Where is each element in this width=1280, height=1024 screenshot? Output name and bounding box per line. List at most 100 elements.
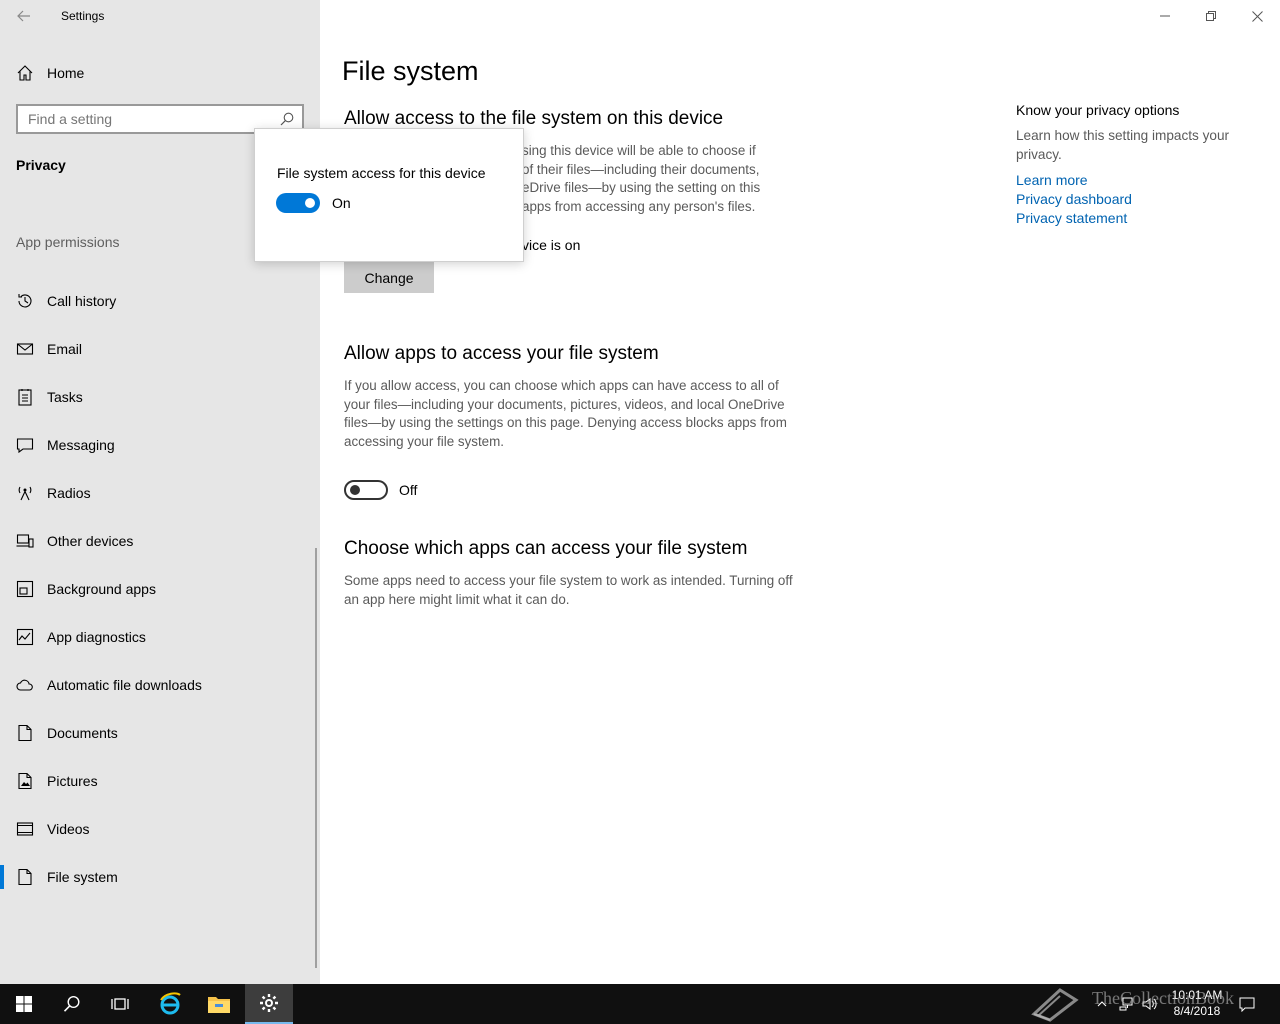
minimize-button[interactable] bbox=[1142, 0, 1188, 32]
description-line: eDrive files—by using the setting on thi… bbox=[522, 180, 761, 195]
sidebar-item-home[interactable]: Home bbox=[0, 56, 320, 90]
task-view-icon bbox=[111, 998, 129, 1010]
watermark: TheCollectionBook bbox=[1030, 984, 1270, 1024]
home-icon bbox=[17, 65, 33, 81]
sidebar-item-label: Tasks bbox=[47, 389, 83, 405]
section-heading-device-access: Allow access to the file system on this … bbox=[344, 108, 724, 129]
sidebar-item-documents[interactable]: Documents bbox=[0, 709, 320, 757]
privacy-options-panel: Know your privacy options Learn how this… bbox=[1016, 102, 1256, 228]
page-title: File system bbox=[342, 56, 479, 86]
video-icon bbox=[16, 822, 34, 836]
windows-logo-icon bbox=[16, 996, 32, 1012]
section-description-device-access: sing this device will be able to choose … bbox=[522, 142, 822, 216]
settings-taskbar-button[interactable] bbox=[245, 984, 293, 1024]
sidebar-item-tasks[interactable]: Tasks bbox=[0, 373, 320, 421]
group-title-app-permissions: App permissions bbox=[16, 234, 120, 250]
section-heading-app-access: Allow apps to access your file system bbox=[344, 343, 659, 364]
restore-button[interactable] bbox=[1188, 0, 1234, 32]
app-title: Settings bbox=[61, 9, 105, 23]
sidebar-item-file-system[interactable]: File system bbox=[0, 853, 320, 901]
taskbar-search-button[interactable] bbox=[48, 984, 96, 1024]
radio-tower-icon bbox=[18, 486, 32, 501]
device-access-toggle-label: On bbox=[332, 195, 351, 211]
background-apps-icon bbox=[16, 580, 34, 598]
file-icon bbox=[18, 868, 32, 886]
internet-explorer-icon bbox=[160, 992, 181, 1015]
devices-icon bbox=[16, 534, 34, 548]
section-description-app-access: If you allow access, you can choose whic… bbox=[344, 378, 787, 449]
sidebar-item-call-history[interactable]: Call history bbox=[0, 277, 320, 325]
description-line: apps from accessing any person's files. bbox=[522, 198, 756, 214]
privacy-statement-link[interactable]: Privacy statement bbox=[1016, 209, 1256, 228]
sidebar-item-automatic-file-downloads[interactable]: Automatic file downloads bbox=[0, 661, 320, 709]
watermark-text: TheCollectionBook bbox=[1092, 988, 1234, 1008]
sidebar-item-email[interactable]: Email bbox=[0, 325, 320, 373]
sidebar-item-label: Email bbox=[47, 341, 83, 357]
search-icon bbox=[63, 995, 80, 1012]
document-icon bbox=[18, 724, 32, 742]
window-controls bbox=[1142, 0, 1280, 32]
sidebar-item-radios[interactable]: Radios bbox=[0, 469, 320, 517]
sidebar-item-app-diagnostics[interactable]: App diagnostics bbox=[0, 613, 320, 661]
search-input[interactable] bbox=[18, 106, 268, 132]
start-button[interactable] bbox=[0, 984, 48, 1024]
chat-icon bbox=[16, 438, 34, 454]
device-access-flyout: File system access for this device On bbox=[254, 128, 524, 262]
close-button[interactable] bbox=[1234, 0, 1280, 32]
privacy-options-heading: Know your privacy options bbox=[1016, 102, 1180, 118]
toggle-knob bbox=[305, 198, 315, 208]
titlebar-left: Settings bbox=[0, 0, 320, 32]
sidebar-item-label: App diagnostics bbox=[47, 629, 146, 645]
book-logo-icon bbox=[1031, 988, 1079, 1022]
app-access-toggle-label: Off bbox=[399, 482, 418, 498]
section-heading-choose-apps: Choose which apps can access your file s… bbox=[344, 538, 748, 559]
file-explorer-button[interactable] bbox=[195, 984, 243, 1024]
device-access-toggle[interactable] bbox=[276, 193, 320, 213]
picture-icon bbox=[18, 772, 32, 790]
sidebar-item-other-devices[interactable]: Other devices bbox=[0, 517, 320, 565]
restore-icon bbox=[1206, 11, 1216, 21]
sidebar-item-videos[interactable]: Videos bbox=[0, 805, 320, 853]
section-title-privacy: Privacy bbox=[16, 157, 66, 173]
flyout-title: File system access for this device bbox=[277, 165, 486, 181]
sidebar-item-label: Other devices bbox=[47, 533, 134, 549]
sidebar-scrollbar[interactable] bbox=[315, 548, 317, 968]
gear-icon bbox=[260, 994, 278, 1012]
back-button[interactable] bbox=[10, 4, 38, 28]
task-view-button[interactable] bbox=[96, 984, 144, 1024]
sidebar-item-label: Messaging bbox=[47, 437, 115, 453]
device-access-status: vice is on bbox=[522, 237, 581, 253]
privacy-options-description: Learn how this setting impacts your priv… bbox=[1016, 128, 1230, 162]
internet-explorer-button[interactable] bbox=[146, 984, 194, 1024]
sidebar-item-label: Call history bbox=[47, 293, 117, 309]
section-description-choose-apps: Some apps need to access your file syste… bbox=[344, 573, 793, 607]
learn-more-link[interactable]: Learn more bbox=[1016, 171, 1256, 190]
history-icon bbox=[18, 294, 32, 308]
sidebar-item-label: Videos bbox=[47, 821, 90, 837]
sidebar-item-background-apps[interactable]: Background apps bbox=[0, 565, 320, 613]
description-line: of their files—including their documents… bbox=[522, 161, 760, 177]
sidebar-item-label: Documents bbox=[47, 725, 118, 741]
mail-icon bbox=[16, 343, 34, 355]
change-button[interactable]: Change bbox=[344, 262, 434, 293]
close-icon bbox=[1251, 10, 1263, 22]
sidebar-item-label: Pictures bbox=[47, 773, 98, 789]
privacy-dashboard-link[interactable]: Privacy dashboard bbox=[1016, 190, 1256, 209]
diagnostics-icon bbox=[16, 628, 34, 646]
sidebar-item-pictures[interactable]: Pictures bbox=[0, 757, 320, 805]
sidebar-item-label: Background apps bbox=[47, 581, 156, 597]
back-arrow-icon bbox=[17, 10, 30, 22]
toggle-knob bbox=[350, 485, 360, 495]
search-icon[interactable] bbox=[280, 112, 294, 126]
sidebar-item-label: Home bbox=[47, 65, 85, 81]
sidebar-item-messaging[interactable]: Messaging bbox=[0, 421, 320, 469]
cloud-icon bbox=[16, 679, 33, 691]
minimize-icon bbox=[1160, 15, 1170, 17]
description-line: sing this device will be able to choose … bbox=[522, 143, 756, 158]
folder-icon bbox=[208, 997, 230, 1013]
sidebar-item-label: Radios bbox=[47, 485, 91, 501]
nav-list: Call history Email Tasks Messaging Radio… bbox=[0, 277, 320, 901]
app-access-toggle[interactable] bbox=[344, 480, 388, 500]
tasks-icon bbox=[18, 389, 32, 406]
sidebar-item-label: Automatic file downloads bbox=[47, 677, 202, 693]
